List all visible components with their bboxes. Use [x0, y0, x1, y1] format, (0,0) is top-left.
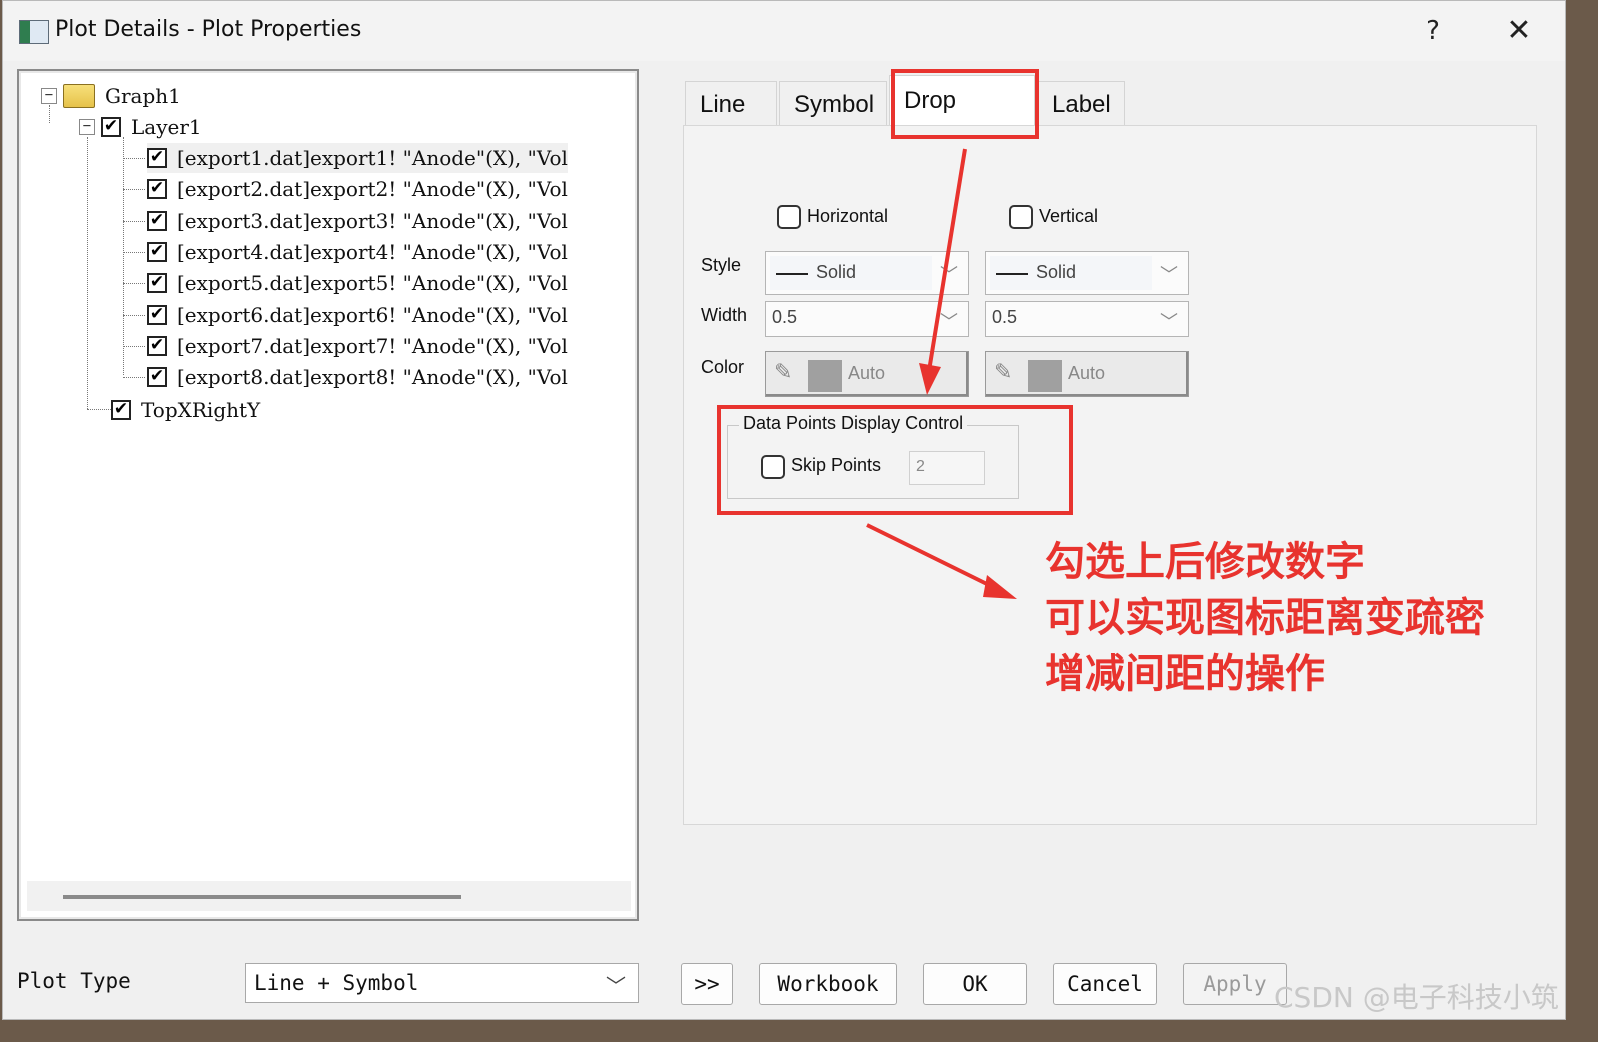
combo-value: Line + Symbol [254, 971, 419, 995]
annotation-arrows [866, 148, 1017, 599]
workbook-button[interactable]: Workbook [759, 963, 897, 1005]
arrow-head [983, 575, 1017, 599]
expand-button[interactable]: >> [681, 963, 733, 1005]
chevron-down-icon[interactable]: ﹀ [606, 970, 626, 999]
annotation-line-2: 可以实现图标距离变疏密 [1045, 595, 1485, 641]
watermark: CSDN @电子科技小筑 [1274, 981, 1559, 1014]
apply-button[interactable]: Apply [1183, 963, 1287, 1005]
cancel-button[interactable]: Cancel [1053, 963, 1157, 1005]
plot-type-label: Plot Type [17, 969, 131, 993]
arrow-head [919, 363, 941, 395]
plot-type-select[interactable]: Line + Symbol ﹀ [245, 963, 639, 1003]
ok-button[interactable]: OK [923, 963, 1027, 1005]
annotation-line-3: 增减间距的操作 [1045, 651, 1325, 697]
plot-details-window: Plot Details - Plot Properties ? ✕ − Gra… [2, 0, 1566, 1020]
arrow-line [866, 523, 994, 589]
annotation-line-1: 勾选上后修改数字 [1045, 539, 1365, 585]
arrow-line [927, 148, 967, 372]
